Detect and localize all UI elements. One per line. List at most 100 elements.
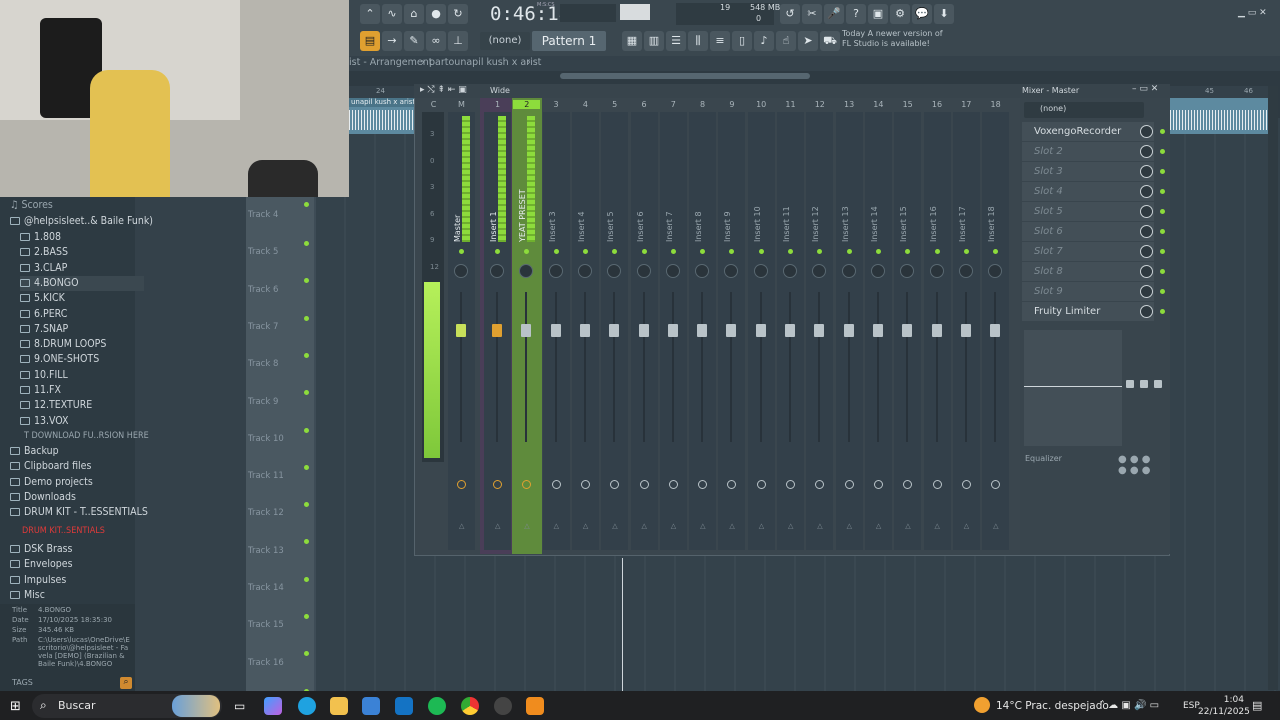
- browser-folder[interactable]: Clipboard files: [10, 459, 91, 474]
- route-arrow-icon[interactable]: △: [817, 522, 822, 530]
- pan-knob[interactable]: [870, 264, 885, 278]
- browser-folder[interactable]: Downloads: [10, 490, 76, 505]
- route-knob[interactable]: [786, 480, 795, 489]
- volume-fader[interactable]: [579, 324, 590, 337]
- channel-enable-led[interactable]: [788, 249, 793, 254]
- volume-fader[interactable]: [843, 324, 854, 337]
- browser-folder-item[interactable]: 9.ONE-SHOTS: [20, 352, 99, 367]
- search-icon[interactable]: ⌕: [120, 677, 132, 689]
- mixer-nav-icons[interactable]: ▸ ⤭ ⇞ ⇤ ▣: [420, 85, 467, 95]
- plugin-icon[interactable]: ⚙: [890, 4, 910, 24]
- tray-icons[interactable]: ˄ ☁ ▣ 🔊 ▭: [1100, 700, 1159, 711]
- download-icon[interactable]: ⬇: [934, 4, 954, 24]
- audio-clip-right[interactable]: [1170, 98, 1270, 134]
- channel-number[interactable]: 5: [601, 100, 628, 109]
- route-knob[interactable]: [639, 480, 649, 489]
- channel-number[interactable]: 17: [953, 100, 980, 109]
- volume-fader[interactable]: [931, 324, 942, 337]
- track-mute-led[interactable]: [304, 241, 309, 246]
- slot-mix-knob[interactable]: [1140, 305, 1153, 318]
- browser-folder[interactable]: Misc: [10, 588, 45, 603]
- vertical-scrollbar[interactable]: [1268, 86, 1278, 690]
- pan-knob[interactable]: [841, 264, 856, 278]
- volume-fader[interactable]: [492, 324, 502, 337]
- channel-enable-led[interactable]: [758, 249, 764, 254]
- channel-number[interactable]: 16: [924, 100, 951, 109]
- pan-knob[interactable]: [695, 264, 710, 278]
- browser-folder-item[interactable]: 3.CLAP: [20, 261, 67, 276]
- stamp-icon[interactable]: ⊥: [448, 31, 468, 51]
- pan-knob[interactable]: [577, 264, 592, 278]
- slot-mix-knob[interactable]: [1140, 265, 1153, 278]
- route-knob[interactable]: [961, 480, 971, 489]
- browser-folder-item[interactable]: 8.DRUM LOOPS: [20, 337, 106, 352]
- track-label[interactable]: Track 12: [248, 508, 284, 518]
- eq-graph[interactable]: [1024, 330, 1122, 446]
- route-arrow-icon[interactable]: △: [964, 522, 969, 530]
- channel-number[interactable]: 8: [689, 100, 716, 109]
- track-label[interactable]: Track 5: [248, 247, 278, 257]
- playlist-mode-icon[interactable]: ▤: [360, 31, 380, 51]
- slot-enable-led[interactable]: [1160, 309, 1165, 314]
- channel-number[interactable]: 15: [894, 100, 921, 109]
- slot-mix-knob[interactable]: [1140, 185, 1153, 198]
- slot-enable-led[interactable]: [1160, 269, 1165, 274]
- channel-enable-led[interactable]: [934, 249, 940, 254]
- slot-enable-led[interactable]: [1160, 289, 1165, 294]
- route-knob[interactable]: [756, 480, 766, 489]
- track-mute-led[interactable]: [304, 614, 309, 619]
- piano-roll-icon[interactable]: ▥: [644, 31, 664, 51]
- effect-slot[interactable]: Slot 9: [1022, 282, 1154, 301]
- pan-knob[interactable]: [490, 264, 504, 278]
- arrow-icon[interactable]: →: [382, 31, 402, 51]
- browser-folder-item[interactable]: 13.VOX: [20, 414, 69, 429]
- track-label[interactable]: Track 4: [248, 210, 278, 220]
- weather-text[interactable]: 14°C Prac. despejado: [996, 700, 1109, 712]
- volume-fader[interactable]: [550, 324, 561, 337]
- fl-studio-icon[interactable]: [526, 697, 544, 715]
- clipboard-icon[interactable]: ▯: [732, 31, 752, 51]
- playlist-icon[interactable]: ☰: [666, 31, 686, 51]
- weather-icon[interactable]: [974, 697, 990, 713]
- eq-faders[interactable]: [1124, 380, 1168, 396]
- channel-number[interactable]: 10: [748, 100, 775, 109]
- channel-enable-led[interactable]: [670, 249, 676, 254]
- explorer-icon[interactable]: [330, 697, 348, 715]
- windows-start-icon[interactable]: ⊞: [10, 699, 21, 714]
- browser-folder[interactable]: DRUM KIT - T..ESSENTIALS: [10, 505, 148, 520]
- route-knob[interactable]: [932, 480, 942, 489]
- plugin-picker-icon[interactable]: ♪: [754, 31, 774, 51]
- volume-fader[interactable]: [960, 324, 971, 337]
- track-label[interactable]: Track 14: [248, 583, 284, 593]
- route-arrow-icon[interactable]: △: [759, 522, 764, 530]
- horizontal-scrollbar[interactable]: [560, 73, 810, 79]
- volume-fader[interactable]: [785, 324, 795, 337]
- track-label[interactable]: Track 13: [248, 546, 284, 556]
- channel-number[interactable]: 18: [982, 100, 1009, 109]
- volume-fader[interactable]: [990, 324, 1001, 337]
- clock-time[interactable]: 1:04: [1214, 695, 1244, 705]
- browser-icon[interactable]: ≡: [710, 31, 730, 51]
- browser-root-folder[interactable]: @helpsisleet..& Baile Funk): [10, 214, 153, 229]
- route-arrow-icon[interactable]: △: [671, 522, 676, 530]
- spotify-icon[interactable]: [428, 697, 446, 715]
- browser-folder[interactable]: Impulses: [10, 573, 66, 588]
- preset-select[interactable]: (none): [1024, 102, 1144, 118]
- route-arrow-icon[interactable]: △: [905, 522, 910, 530]
- browser-scores[interactable]: ♫ Scores: [10, 198, 53, 213]
- effect-slot[interactable]: Slot 6: [1022, 222, 1154, 241]
- channel-enable-led[interactable]: [459, 249, 464, 254]
- help-icon[interactable]: ?: [846, 4, 866, 24]
- pan-knob[interactable]: [548, 264, 563, 278]
- browser-folder[interactable]: Backup: [10, 444, 59, 459]
- track-mute-led[interactable]: [304, 576, 309, 582]
- effect-slot[interactable]: VoxengoRecorder: [1022, 122, 1154, 141]
- route-arrow-icon[interactable]: △: [876, 522, 881, 530]
- volume-fader[interactable]: [697, 324, 708, 337]
- pattern-selector[interactable]: Pattern 1: [532, 31, 606, 51]
- route-knob[interactable]: [457, 480, 466, 489]
- track-mute-led[interactable]: [304, 315, 309, 321]
- send-icon[interactable]: ➤: [798, 31, 818, 51]
- mixer-window-controls[interactable]: – ▭ ✕: [1132, 84, 1158, 94]
- browser-folder-item[interactable]: 2.BASS: [20, 245, 68, 260]
